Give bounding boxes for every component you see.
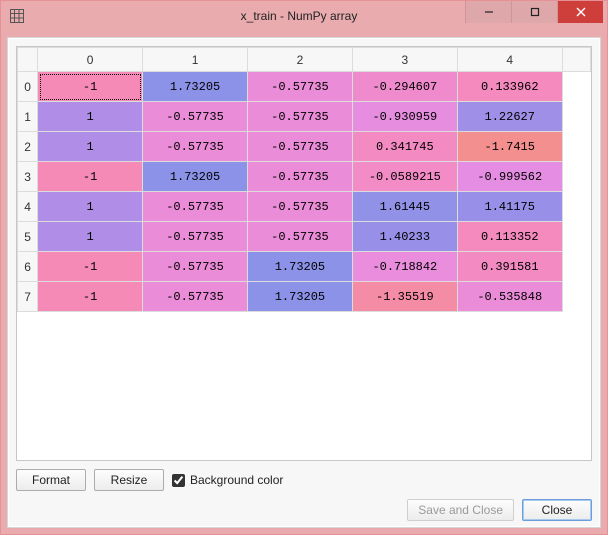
toolbar: Format Resize Background color <box>16 461 592 493</box>
grid-cell[interactable]: -1 <box>38 252 143 282</box>
close-button[interactable]: Close <box>522 499 592 521</box>
resize-button[interactable]: Resize <box>94 469 164 491</box>
grid-cell[interactable]: 1.73205 <box>143 162 248 192</box>
grid-cell[interactable]: -0.57735 <box>143 102 248 132</box>
col-header[interactable]: 1 <box>143 48 248 72</box>
grid-cell[interactable]: -0.57735 <box>143 282 248 312</box>
footer-buttons: Save and Close Close <box>16 493 592 521</box>
table-row: 11-0.57735-0.57735-0.9309591.22627 <box>18 102 591 132</box>
table-row: 41-0.57735-0.577351.614451.41175 <box>18 192 591 222</box>
grid-cell[interactable]: 1.41175 <box>457 192 562 222</box>
window-controls <box>465 1 603 23</box>
col-header[interactable]: 2 <box>247 48 352 72</box>
row-header[interactable]: 4 <box>18 192 38 222</box>
grid-cell[interactable]: 1.73205 <box>247 282 352 312</box>
col-header[interactable]: 0 <box>38 48 143 72</box>
titlebar[interactable]: x_train - NumPy array <box>1 1 607 31</box>
grid-corner <box>18 48 38 72</box>
content-panel: 01234 0-11.73205-0.57735-0.2946070.13396… <box>7 37 601 528</box>
grid-cell[interactable]: -1 <box>38 72 143 102</box>
table-row: 51-0.57735-0.577351.402330.113352 <box>18 222 591 252</box>
grid-cell[interactable]: 1.73205 <box>143 72 248 102</box>
grid-cell[interactable]: 0.341745 <box>352 132 457 162</box>
background-color-check-input[interactable] <box>172 474 185 487</box>
col-header[interactable]: 3 <box>352 48 457 72</box>
save-and-close-button[interactable]: Save and Close <box>407 499 514 521</box>
grid-cell[interactable]: 0.133962 <box>457 72 562 102</box>
grid-cell[interactable]: -1.7415 <box>457 132 562 162</box>
background-color-label: Background color <box>190 473 283 487</box>
table-row: 21-0.57735-0.577350.341745-1.7415 <box>18 132 591 162</box>
table-row: 0-11.73205-0.57735-0.2946070.133962 <box>18 72 591 102</box>
app-icon <box>9 8 25 24</box>
window-frame: x_train - NumPy array 01234 <box>0 0 608 535</box>
grid-cell[interactable]: -1 <box>38 282 143 312</box>
grid-cell[interactable]: 1 <box>38 192 143 222</box>
col-header[interactable]: 4 <box>457 48 562 72</box>
grid-cell[interactable]: 0.113352 <box>457 222 562 252</box>
grid-cell[interactable]: -1 <box>38 162 143 192</box>
maximize-button[interactable] <box>511 1 557 23</box>
close-window-button[interactable] <box>557 1 603 23</box>
grid-cell[interactable]: -0.57735 <box>247 162 352 192</box>
grid-cell[interactable]: -1.35519 <box>352 282 457 312</box>
row-header[interactable]: 2 <box>18 132 38 162</box>
grid-cell[interactable]: -0.57735 <box>247 192 352 222</box>
grid-cell[interactable]: -0.930959 <box>352 102 457 132</box>
grid-cell[interactable]: -0.57735 <box>247 132 352 162</box>
grid-cell[interactable]: -0.57735 <box>143 132 248 162</box>
table-row: 6-1-0.577351.73205-0.7188420.391581 <box>18 252 591 282</box>
grid-cell[interactable]: 1.61445 <box>352 192 457 222</box>
grid-cell[interactable]: 1 <box>38 132 143 162</box>
grid-cell[interactable]: -0.535848 <box>457 282 562 312</box>
grid-cell[interactable]: 1.73205 <box>247 252 352 282</box>
grid-cell[interactable]: -0.57735 <box>247 222 352 252</box>
array-grid[interactable]: 01234 0-11.73205-0.57735-0.2946070.13396… <box>16 46 592 461</box>
grid-cell[interactable]: 1.22627 <box>457 102 562 132</box>
table-row: 7-1-0.577351.73205-1.35519-0.535848 <box>18 282 591 312</box>
col-header-filler <box>562 48 590 72</box>
grid-cell[interactable]: -0.718842 <box>352 252 457 282</box>
grid-cell[interactable]: -0.999562 <box>457 162 562 192</box>
grid-cell[interactable]: -0.57735 <box>247 72 352 102</box>
background-color-checkbox[interactable]: Background color <box>172 473 283 487</box>
grid-cell[interactable]: -0.57735 <box>143 192 248 222</box>
grid-cell[interactable]: 0.391581 <box>457 252 562 282</box>
format-button[interactable]: Format <box>16 469 86 491</box>
grid-cell[interactable]: -0.294607 <box>352 72 457 102</box>
row-header[interactable]: 5 <box>18 222 38 252</box>
minimize-button[interactable] <box>465 1 511 23</box>
grid-cell[interactable]: -0.0589215 <box>352 162 457 192</box>
grid-cell[interactable]: -0.57735 <box>143 252 248 282</box>
row-header[interactable]: 3 <box>18 162 38 192</box>
grid-cell[interactable]: -0.57735 <box>247 102 352 132</box>
grid-cell[interactable]: 1.40233 <box>352 222 457 252</box>
grid-cell[interactable]: -0.57735 <box>143 222 248 252</box>
grid-cell[interactable]: 1 <box>38 102 143 132</box>
window-body: 01234 0-11.73205-0.57735-0.2946070.13396… <box>1 31 607 534</box>
row-header[interactable]: 0 <box>18 72 38 102</box>
row-header[interactable]: 7 <box>18 282 38 312</box>
grid-cell[interactable]: 1 <box>38 222 143 252</box>
row-header[interactable]: 1 <box>18 102 38 132</box>
row-header[interactable]: 6 <box>18 252 38 282</box>
table-row: 3-11.73205-0.57735-0.0589215-0.999562 <box>18 162 591 192</box>
